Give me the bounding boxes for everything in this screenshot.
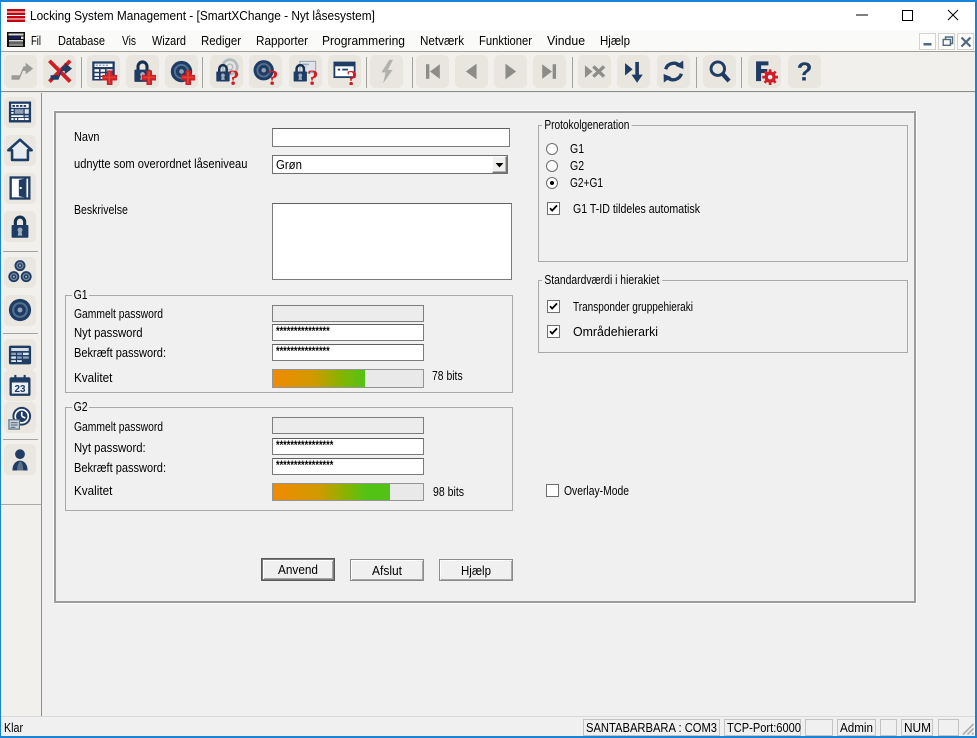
- svg-text:?: ?: [307, 65, 318, 85]
- svg-text:?: ?: [228, 65, 239, 85]
- svg-text:23: 23: [14, 384, 26, 395]
- svg-text:?: ?: [796, 59, 812, 86]
- svg-text:?: ?: [267, 65, 278, 85]
- svg-text:?: ?: [346, 66, 357, 85]
